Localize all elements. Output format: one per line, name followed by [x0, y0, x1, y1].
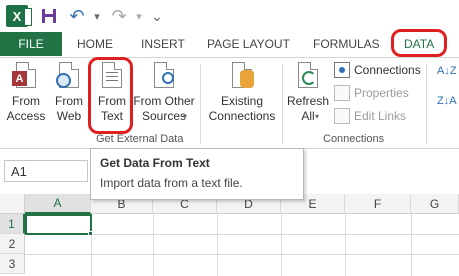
save-icon — [42, 9, 56, 23]
tooltip-title: Get Data From Text — [100, 156, 210, 170]
connections-label: Connections — [354, 63, 421, 77]
ribbon-separator — [426, 64, 427, 144]
save-button[interactable] — [38, 5, 60, 27]
row-header-2[interactable]: 2 — [0, 234, 25, 254]
column-header-g[interactable]: G — [411, 194, 459, 214]
get-external-data-group-label: Get External Data — [96, 133, 184, 145]
edit-links-button[interactable]: Edit Links — [334, 106, 406, 126]
tab-insert[interactable]: INSERT — [141, 32, 185, 56]
existing-connections-icon — [226, 60, 258, 92]
connections-button[interactable]: Connections — [334, 60, 421, 80]
tab-page-layout[interactable]: PAGE LAYOUT — [207, 32, 290, 56]
tab-home[interactable]: HOME — [77, 32, 113, 56]
sort-icon: Z↓A — [437, 95, 457, 107]
row-header-1[interactable]: 1 — [0, 214, 25, 234]
properties-button[interactable]: Properties — [334, 83, 409, 103]
redo-button[interactable]: ↷ — [108, 5, 130, 27]
column-header-f[interactable]: F — [345, 194, 411, 214]
sort-z-to-a-button[interactable]: Z↓A — [437, 96, 457, 107]
tab-file[interactable]: FILE — [0, 32, 62, 56]
sort-icon: A↓Z — [437, 65, 457, 77]
access-icon: A — [10, 60, 42, 92]
properties-label: Properties — [354, 86, 409, 100]
column-header-a[interactable]: A — [25, 194, 91, 214]
ribbon-separator — [282, 64, 283, 144]
name-box[interactable]: A1 — [4, 160, 88, 182]
customize-toolbar-button[interactable]: ⌄ — [146, 5, 168, 27]
web-icon — [53, 60, 85, 92]
chevron-down-icon: ▾ — [136, 10, 142, 23]
properties-icon — [334, 85, 350, 101]
tooltip: Get Data From Text Import data from a te… — [90, 148, 304, 200]
ribbon-separator — [200, 64, 201, 144]
connections-group-label: Connections — [323, 133, 385, 145]
edit-links-label: Edit Links — [354, 109, 407, 123]
from-web-label: From Web — [55, 94, 83, 123]
row-header-3[interactable]: 3 — [0, 254, 25, 274]
other-sources-icon — [148, 60, 180, 92]
existing-connections-label: Existing Connections — [208, 94, 276, 123]
edit-links-icon — [334, 108, 350, 124]
chevron-down-icon: ▾ — [94, 10, 100, 23]
customize-icon: ⌄ — [151, 7, 163, 24]
from-web-button[interactable]: From Web — [50, 60, 88, 132]
from-access-label: From Access — [6, 94, 46, 123]
chevron-down-icon: ▾ — [315, 112, 320, 121]
undo-icon: ↶ — [69, 5, 85, 26]
data-tab-highlight — [391, 29, 447, 57]
existing-connections-button[interactable]: Existing Connections — [206, 60, 278, 132]
sort-a-to-z-button[interactable]: A↓Z — [437, 66, 457, 77]
cell-a1-selected[interactable] — [25, 214, 92, 235]
tooltip-description: Import data from a text file. — [100, 176, 243, 190]
refresh-icon — [292, 60, 324, 92]
cells-column-a[interactable] — [25, 235, 91, 276]
cells-area[interactable] — [91, 214, 459, 276]
from-other-sources-button[interactable]: From Other Sources — [132, 60, 196, 132]
redo-icon: ↷ — [111, 5, 127, 26]
undo-dropdown-button[interactable]: ▾ — [86, 5, 108, 27]
chevron-down-icon: ▾ — [183, 112, 188, 121]
select-all-corner[interactable] — [0, 194, 25, 214]
refresh-all-label: Refresh All — [286, 94, 330, 123]
from-text-highlight — [88, 57, 133, 134]
refresh-all-button[interactable]: Refresh All — [285, 60, 331, 132]
from-access-button[interactable]: A From Access — [3, 60, 49, 132]
connections-icon — [334, 62, 350, 78]
excel-logo-icon: X — [6, 5, 32, 27]
undo-button[interactable]: ↶ — [66, 5, 88, 27]
tab-formulas[interactable]: FORMULAS — [313, 32, 380, 56]
